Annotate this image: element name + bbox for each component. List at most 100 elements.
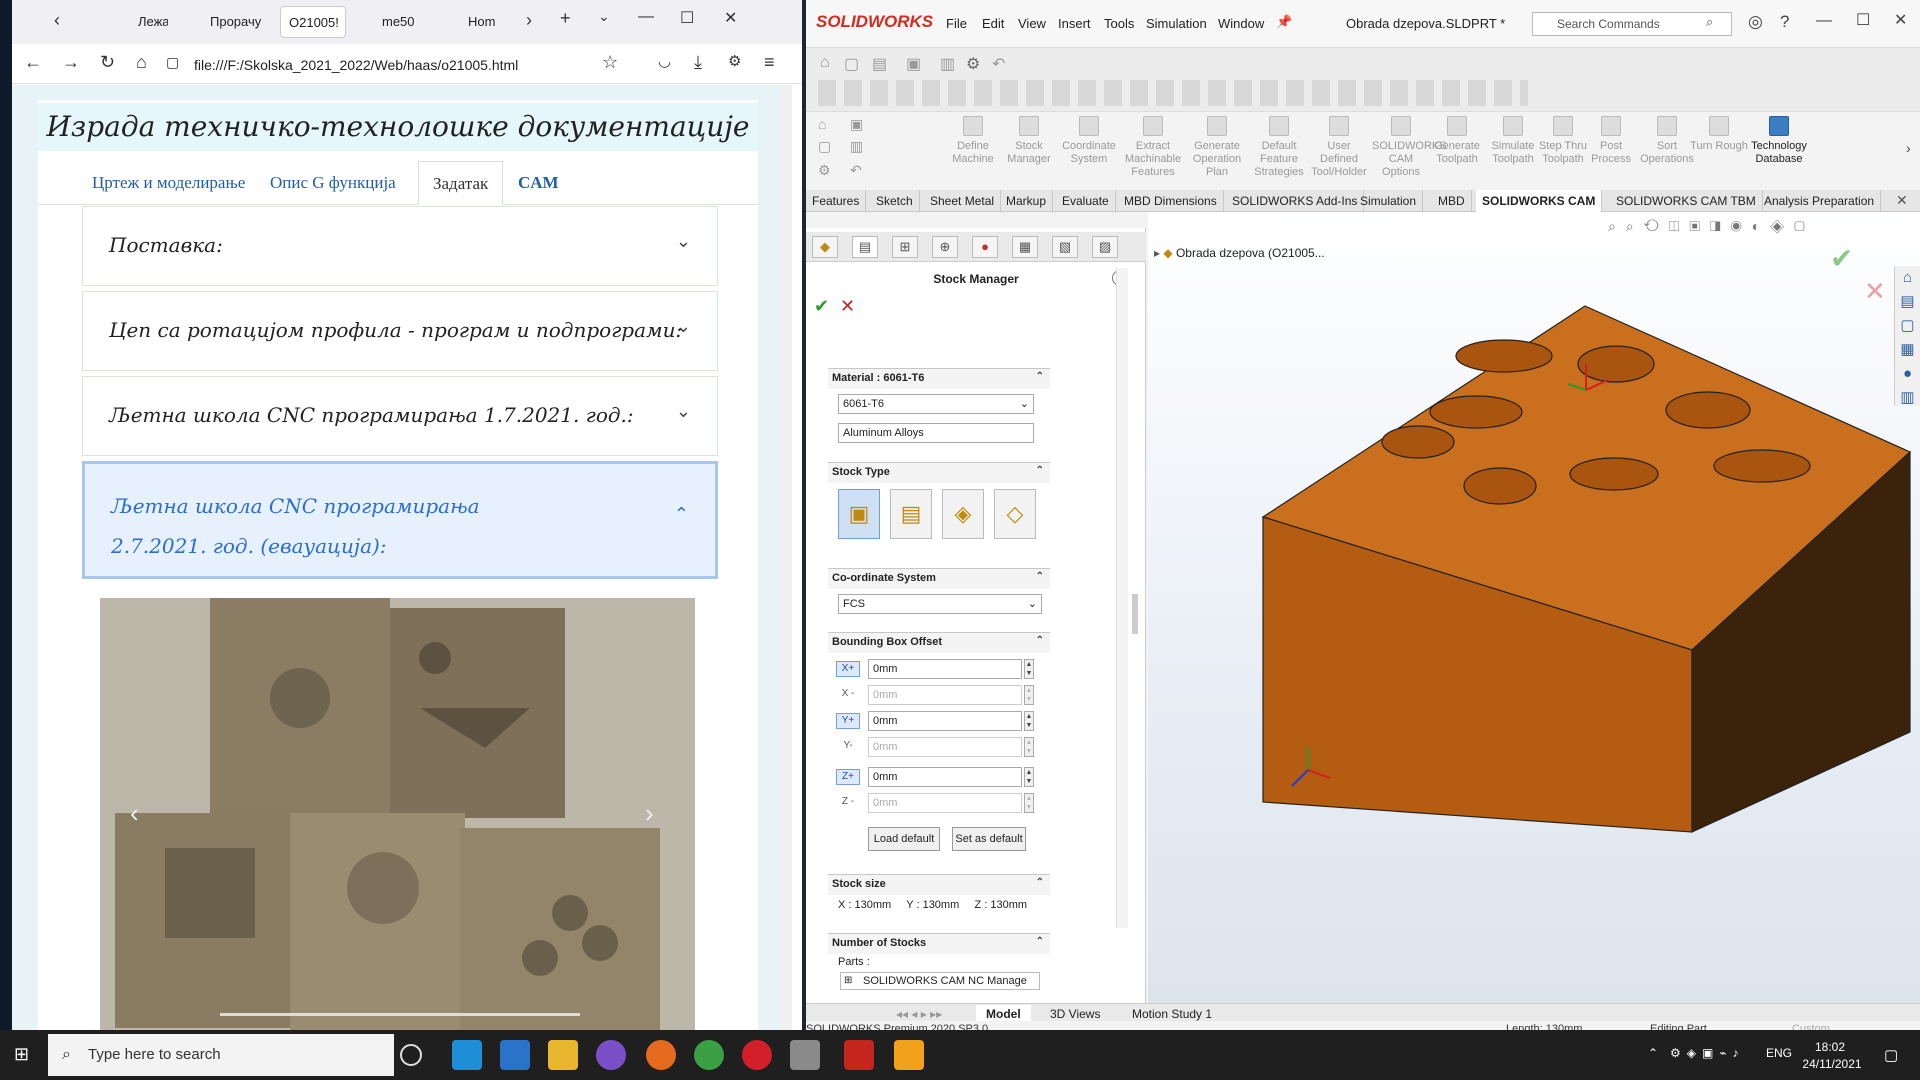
load-default-button[interactable]: Load default (868, 827, 940, 851)
tab-task[interactable]: Задатак (418, 161, 504, 205)
tab-sheet-metal[interactable]: Sheet Metal (924, 190, 1002, 212)
task-view-icon[interactable] (400, 1044, 422, 1066)
cmd-generate-toolpath[interactable]: Generate Toolpath (1428, 116, 1486, 166)
tab-markup[interactable]: Markup (1000, 190, 1054, 212)
clock-time[interactable]: 18:02 (1800, 1040, 1860, 1054)
spinner-xplus[interactable]: ▲ ▼ (1024, 659, 1034, 679)
carousel-next-icon[interactable]: › (645, 798, 654, 829)
undo-icon[interactable]: ↶ (850, 162, 862, 179)
mail-icon[interactable] (500, 1040, 530, 1070)
dimxpert-icon[interactable]: ⊕ (932, 236, 958, 258)
back-icon[interactable]: ← (24, 52, 42, 73)
language-indicator[interactable]: ENG (1766, 1046, 1792, 1060)
tab-analysis-prep[interactable]: Analysis Preparation (1758, 190, 1882, 212)
menu-icon[interactable]: ≡ (764, 52, 775, 73)
menu-edit[interactable]: Edit (982, 16, 1004, 31)
help-icon[interactable]: ? (1780, 12, 1789, 32)
spinner-yplus[interactable]: ▲ ▼ (1024, 711, 1034, 731)
solidworks-taskbar-icon[interactable] (844, 1040, 874, 1070)
new-icon[interactable]: ▢ (844, 54, 859, 74)
tab-scroll-right-icon[interactable]: › (526, 10, 532, 31)
spinner-xminus[interactable]: ▲ ▼ (1024, 685, 1034, 705)
menu-view[interactable]: View (1018, 16, 1046, 31)
section-header[interactable]: Co-ordinate System ⌃ (828, 569, 1050, 589)
offset-xminus-input[interactable]: 0mm (868, 685, 1022, 705)
offset-zminus-input[interactable]: 0mm (868, 793, 1022, 813)
options-gear-icon[interactable]: ⚙ (966, 54, 980, 74)
save-icon[interactable]: ▣ (906, 54, 921, 74)
cmd-coordinate-system[interactable]: Coordinate System (1060, 116, 1118, 166)
cmd-post-process[interactable]: Post Process (1582, 116, 1640, 166)
cmd-extract-features[interactable]: Extract Machinable Features (1124, 116, 1182, 179)
section-header[interactable]: Bounding Box Offset ⌃ (828, 633, 1050, 653)
close-icon[interactable]: ✕ (724, 8, 737, 28)
maximize-icon[interactable]: ☐ (680, 8, 694, 28)
cmd-generate-operation-plan[interactable]: Generate Operation Plan (1188, 116, 1246, 179)
tab-home[interactable]: Hom (442, 6, 512, 38)
menu-simulation[interactable]: Simulation (1146, 16, 1207, 31)
feature-tree-icon[interactable]: ◆ (812, 236, 838, 258)
minimize-icon[interactable]: — (1816, 12, 1832, 30)
print-icon[interactable]: ▥ (940, 54, 955, 74)
tab-evaluate[interactable]: Evaluate (1056, 190, 1116, 212)
edge-icon[interactable] (452, 1040, 482, 1070)
cmd-stock-manager[interactable]: Stock Manager (1000, 116, 1058, 166)
menu-window[interactable]: Window (1218, 16, 1264, 31)
chevron-right-icon[interactable]: › (1906, 140, 1911, 156)
tab-cam[interactable]: CAM (518, 161, 559, 205)
offset-zplus-input[interactable]: 0mm (868, 767, 1022, 787)
stock-extruded-sketch-button[interactable]: ▤ (890, 489, 932, 539)
section-header[interactable]: Number of Stocks ⌃ (828, 934, 1050, 954)
stock-part-file-button[interactable]: ◇ (994, 489, 1036, 539)
material-select[interactable]: 6061-T6 ⌄ (838, 394, 1034, 414)
material-class-field[interactable]: Aluminum Alloys (838, 423, 1034, 443)
cmd-sort-operations[interactable]: Sort Operations (1638, 116, 1696, 166)
cam-icon-toolbar[interactable] (818, 80, 1528, 106)
tab-cam-tbm[interactable]: SOLIDWORKS CAM TBM (1610, 190, 1763, 212)
tab-addins[interactable]: SOLIDWORKS Add-Ins (1226, 190, 1365, 212)
firefox-icon[interactable] (646, 1040, 676, 1070)
home-icon[interactable]: ⌂ (136, 52, 147, 73)
accordion-setup[interactable]: Поставка: ⌄ (82, 206, 718, 286)
download-icon[interactable]: ⤓ (694, 52, 702, 73)
coordinate-system-select[interactable]: FCS ⌄ (838, 594, 1042, 614)
cmd-user-defined-tool[interactable]: User Defined Tool/Holder (1310, 116, 1368, 179)
tab-github[interactable]: me50 (358, 6, 428, 38)
cmd-define-machine[interactable]: Define Machine (944, 116, 1002, 166)
maximize-icon[interactable]: ☐ (1856, 10, 1870, 30)
accordion-rotation-profile[interactable]: Цеп са ротацијом профила - програм и под… (82, 291, 718, 371)
cam-feature-tree-icon[interactable]: ▦ (1012, 236, 1038, 258)
save-icon[interactable]: ▣ (850, 116, 863, 133)
ok-check-icon[interactable]: ✔ (814, 296, 829, 317)
parts-tree-item[interactable]: ⊞ SOLIDWORKS CAM NC Manage (840, 972, 1040, 990)
taskbar-search-input[interactable]: ⌕ Type here to search (48, 1034, 394, 1076)
cmd-cam-options[interactable]: SOLIDWORKS CAM Options (1372, 116, 1447, 179)
accordion-summer-school-1[interactable]: Љетна школа CNC програмирања 1.7.2021. г… (82, 376, 718, 456)
cam-operation-tree-icon[interactable]: ▧ (1052, 236, 1078, 258)
section-header[interactable]: Stock Type ⌃ (828, 463, 1050, 483)
tab-solidworks-cam[interactable]: SOLIDWORKS CAM (1476, 190, 1603, 212)
panel-splitter[interactable] (1132, 594, 1138, 634)
cmd-default-feature-strategies[interactable]: Default Feature Strategies (1250, 116, 1308, 179)
windows-start-icon[interactable]: ⊞ (14, 1044, 29, 1065)
expand-icon[interactable]: ⊞ (844, 973, 852, 989)
configuration-icon[interactable]: ⊞ (892, 236, 918, 258)
close-icon[interactable]: ✕ (1896, 192, 1908, 209)
tray-icons[interactable]: ⚙◈▣⌁♪ (1670, 1046, 1745, 1060)
print-icon[interactable]: ▥ (850, 138, 863, 155)
spinner-zminus[interactable]: ▲ ▼ (1024, 793, 1034, 813)
pocket-icon[interactable]: ◡ (658, 52, 671, 70)
notifications-icon[interactable]: ▢ (1884, 1046, 1898, 1064)
page-info-icon[interactable]: ▢ (166, 54, 179, 71)
tab-mbd-dimensions[interactable]: MBD Dimensions (1118, 190, 1224, 212)
home-icon[interactable]: ⌂ (818, 116, 826, 132)
set-as-default-button[interactable]: Set as default (952, 827, 1026, 851)
search-icon[interactable]: ⌕ (1706, 14, 1713, 30)
user-icon[interactable]: ◎ (1748, 12, 1763, 32)
cam-tool-tree-icon[interactable]: ▨ (1092, 236, 1118, 258)
app-icon[interactable] (790, 1040, 820, 1070)
stock-stl-button[interactable]: ◈ (942, 489, 984, 539)
cmd-turn-rough[interactable]: Turn Rough (1690, 116, 1748, 153)
undo-icon[interactable]: ↶ (992, 54, 1005, 74)
tab-drawing-modeling[interactable]: Цртеж и моделирање (92, 161, 245, 205)
